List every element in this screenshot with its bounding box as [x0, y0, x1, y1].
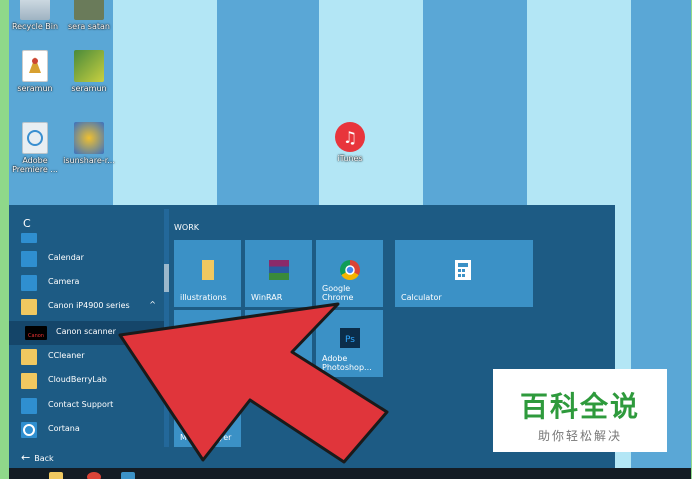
screenshot-frame: Recycle Bin sera satan seramun seramun A… — [0, 0, 692, 479]
watermark-badge: 百科全说 助你轻松解决 — [493, 369, 667, 452]
watermark-subtitle: 助你轻松解决 — [537, 429, 622, 443]
red-arrow-icon — [118, 302, 389, 464]
watermark-title: 百科全说 — [519, 390, 640, 423]
